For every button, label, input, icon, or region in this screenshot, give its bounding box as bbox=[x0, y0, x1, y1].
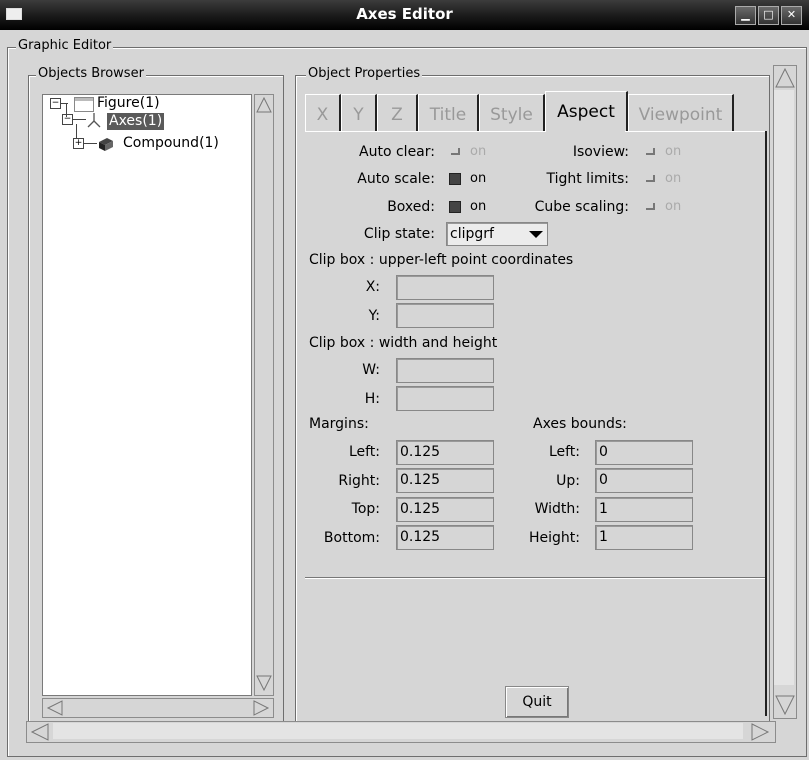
bounds-left-label: Left: bbox=[548, 444, 580, 460]
auto-scale-state: on bbox=[470, 171, 487, 186]
tab-panel-edge bbox=[765, 131, 767, 716]
main-horizontal-scrollbar[interactable] bbox=[26, 721, 776, 743]
boxed-label: Boxed: bbox=[387, 199, 435, 215]
scroll-left-arrow-icon[interactable] bbox=[29, 722, 51, 742]
tree-horizontal-scrollbar[interactable] bbox=[42, 698, 274, 718]
clip-state-label: Clip state: bbox=[363, 226, 435, 242]
scrollbar-thumb[interactable] bbox=[774, 90, 794, 685]
separator bbox=[305, 577, 765, 579]
scroll-left-arrow-icon[interactable] bbox=[45, 699, 65, 717]
auto-scale-label: Auto scale: bbox=[357, 171, 435, 187]
compound-icon bbox=[99, 138, 113, 151]
tab-baseline bbox=[625, 131, 765, 132]
clip-x-label: X: bbox=[365, 279, 380, 295]
cube-scaling-label: Cube scaling: bbox=[534, 199, 629, 215]
margin-bottom-field[interactable]: 0.125 bbox=[396, 525, 494, 550]
tight-limits-checkbox[interactable] bbox=[646, 175, 655, 182]
tab-style[interactable]: Style bbox=[479, 94, 545, 131]
quit-button[interactable]: Quit bbox=[505, 686, 569, 718]
clip-w-field[interactable] bbox=[396, 358, 494, 383]
bounds-height-field[interactable]: 1 bbox=[595, 525, 693, 550]
close-button[interactable]: ✕ bbox=[781, 6, 802, 25]
bounds-left-field[interactable]: 0 bbox=[595, 440, 693, 465]
clip-h-label: H: bbox=[364, 391, 380, 407]
clip-x-field[interactable] bbox=[396, 275, 494, 300]
clip-state-dropdown[interactable]: clipgrf bbox=[446, 222, 548, 246]
window-title: Axes Editor bbox=[356, 5, 453, 23]
margin-top-label: Top: bbox=[351, 501, 380, 517]
scroll-down-arrow-icon[interactable] bbox=[774, 693, 796, 717]
bounds-up-label: Up: bbox=[556, 473, 580, 489]
clip-y-label: Y: bbox=[368, 308, 380, 324]
margin-top-field[interactable]: 0.125 bbox=[396, 497, 494, 522]
tree-item-axes[interactable]: Axes(1) bbox=[107, 113, 165, 130]
tree-connector bbox=[72, 119, 86, 120]
margin-bottom-label: Bottom: bbox=[323, 530, 380, 546]
margin-left-label: Left: bbox=[348, 444, 380, 460]
tab-title[interactable]: Title bbox=[418, 94, 479, 131]
scroll-right-arrow-icon[interactable] bbox=[749, 722, 771, 742]
tree-connector bbox=[76, 124, 77, 138]
scroll-right-arrow-icon[interactable] bbox=[251, 699, 271, 717]
tree-vertical-scrollbar[interactable] bbox=[254, 94, 274, 696]
clip-w-label: W: bbox=[362, 362, 380, 378]
margin-right-field[interactable]: 0.125 bbox=[396, 468, 494, 493]
tree-item-compound[interactable]: Compound(1) bbox=[123, 135, 219, 152]
auto-clear-label: Auto clear: bbox=[359, 144, 435, 160]
axes-bounds-heading: Axes bounds: bbox=[533, 416, 627, 432]
main-vertical-scrollbar[interactable] bbox=[773, 65, 797, 719]
scroll-up-arrow-icon[interactable] bbox=[255, 95, 273, 115]
margin-right-label: Right: bbox=[338, 473, 380, 489]
minimize-button[interactable]: ▁ bbox=[735, 6, 756, 25]
tight-limits-state: on bbox=[665, 171, 682, 186]
auto-clear-checkbox[interactable] bbox=[451, 148, 460, 155]
tight-limits-label: Tight limits: bbox=[546, 171, 629, 187]
scroll-up-arrow-icon[interactable] bbox=[774, 66, 796, 90]
graphic-editor-legend: Graphic Editor bbox=[16, 38, 114, 53]
bounds-up-field[interactable]: 0 bbox=[595, 468, 693, 493]
tab-aspect[interactable]: Aspect bbox=[545, 91, 628, 132]
clip-state-value: clipgrf bbox=[450, 226, 494, 242]
clip-box-point-heading: Clip box : upper-left point coordinates bbox=[309, 252, 574, 268]
figure-window-icon bbox=[74, 97, 94, 112]
clip-y-field[interactable] bbox=[396, 303, 494, 328]
margins-heading: Margins: bbox=[309, 416, 369, 432]
isoview-label: Isoview: bbox=[572, 144, 629, 160]
isoview-checkbox[interactable] bbox=[646, 148, 655, 155]
margin-left-field[interactable]: 0.125 bbox=[396, 440, 494, 465]
chevron-down-icon bbox=[529, 231, 543, 238]
bounds-width-field[interactable]: 1 bbox=[595, 497, 693, 522]
scrollbar-thumb[interactable] bbox=[53, 723, 743, 739]
clip-box-size-heading: Clip box : width and height bbox=[309, 335, 498, 351]
object-tree[interactable] bbox=[42, 94, 252, 696]
scroll-down-arrow-icon[interactable] bbox=[255, 673, 273, 693]
tab-z[interactable]: Z bbox=[377, 94, 418, 131]
boxed-checkbox[interactable] bbox=[449, 201, 461, 213]
objects-browser-legend: Objects Browser bbox=[36, 66, 146, 81]
cube-scaling-state: on bbox=[665, 199, 682, 214]
tab-x[interactable]: X bbox=[305, 94, 341, 131]
auto-scale-checkbox[interactable] bbox=[449, 173, 461, 185]
tree-item-figure[interactable]: Figure(1) bbox=[97, 95, 160, 112]
title-bar[interactable]: Axes Editor ▁ □ ✕ bbox=[0, 0, 809, 30]
tab-y[interactable]: Y bbox=[341, 94, 377, 131]
axes-icon bbox=[87, 113, 101, 128]
isoview-state: on bbox=[665, 144, 682, 159]
tab-baseline bbox=[305, 131, 545, 132]
cube-scaling-checkbox[interactable] bbox=[646, 203, 655, 210]
bounds-height-label: Height: bbox=[529, 530, 580, 546]
tab-viewpoint[interactable]: Viewpoint bbox=[628, 94, 734, 131]
clip-h-field[interactable] bbox=[396, 386, 494, 411]
tree-connector bbox=[83, 143, 97, 144]
bounds-width-label: Width: bbox=[534, 501, 580, 517]
object-properties-legend: Object Properties bbox=[306, 66, 423, 81]
boxed-state: on bbox=[470, 199, 487, 214]
auto-clear-state: on bbox=[470, 144, 487, 159]
maximize-button[interactable]: □ bbox=[758, 6, 779, 25]
